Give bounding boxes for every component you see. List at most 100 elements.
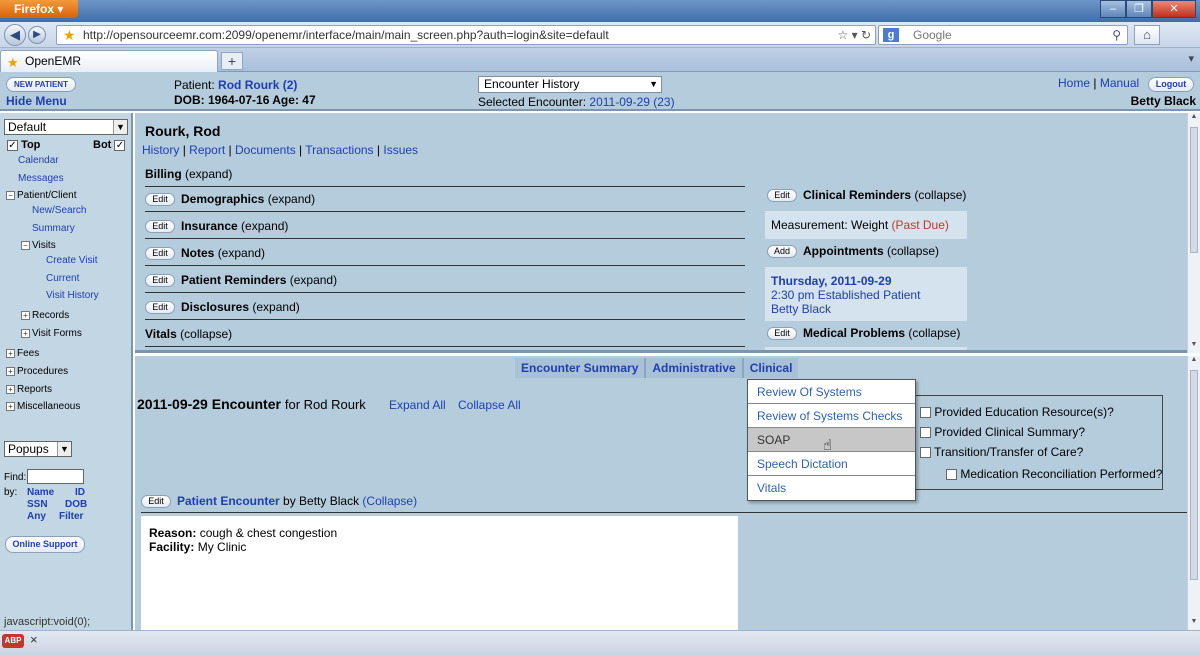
- logout-button[interactable]: Logout: [1148, 77, 1194, 92]
- edit-button[interactable]: Edit: [145, 247, 175, 261]
- home-icon[interactable]: ⌂: [1134, 25, 1160, 45]
- scroll-thumb[interactable]: [1190, 370, 1198, 580]
- appointment-date[interactable]: Thursday, 2011-09-29: [771, 274, 961, 288]
- checkbox[interactable]: [946, 469, 957, 481]
- maximize-button[interactable]: ❐: [1126, 0, 1152, 18]
- checkbox[interactable]: [920, 407, 931, 419]
- back-icon[interactable]: ◀: [4, 24, 26, 46]
- appointment-provider[interactable]: Betty Black: [771, 302, 961, 316]
- url-bar[interactable]: ★ http://opensourceemr.com:2099/openemr/…: [56, 25, 876, 45]
- edit-button[interactable]: Edit: [145, 274, 175, 288]
- bookmark-icon[interactable]: ☆: [837, 28, 848, 42]
- encounter-history-select[interactable]: Encounter History ▼: [478, 76, 662, 93]
- checkbox[interactable]: [920, 427, 931, 439]
- tab-encounter-summary[interactable]: Encounter Summary: [515, 358, 647, 378]
- expand-icon[interactable]: +: [6, 348, 15, 358]
- sidebar-item-patient-client[interactable]: − Patient/Client: [6, 190, 76, 201]
- add-appointment-button[interactable]: Add: [767, 245, 797, 259]
- tab-administrative[interactable]: Administrative: [646, 358, 744, 378]
- appointments-toggle[interactable]: (collapse): [887, 244, 939, 258]
- tab-openemr[interactable]: ★ OpenEMR: [0, 50, 218, 72]
- transactions-link[interactable]: Transactions: [305, 143, 373, 157]
- sidebar-item-records[interactable]: + Records: [21, 310, 69, 321]
- documents-link[interactable]: Documents: [235, 143, 296, 157]
- menu-item-review-of-systems[interactable]: Review Of Systems: [748, 380, 915, 404]
- minimize-button[interactable]: –: [1100, 0, 1126, 18]
- close-window-button[interactable]: ✕: [1152, 0, 1196, 18]
- find-by-ssn[interactable]: SSN: [27, 499, 48, 510]
- demographics-section[interactable]: Edit Demographics (expand): [145, 192, 745, 212]
- find-by-any[interactable]: Any: [27, 511, 46, 522]
- report-link[interactable]: Report: [189, 143, 225, 157]
- sidebar-item-fees[interactable]: + Fees: [6, 348, 39, 359]
- top-checkbox[interactable]: ✓: [7, 139, 18, 151]
- adblock-icon[interactable]: ABP: [2, 634, 24, 648]
- sidebar-item-visits[interactable]: − Visits: [21, 240, 56, 251]
- find-input[interactable]: [27, 469, 84, 484]
- sidebar-item-create-visit[interactable]: Create Visit: [46, 255, 98, 266]
- scroll-down-icon[interactable]: ▼: [1188, 618, 1200, 630]
- bookmark-star-icon[interactable]: ★: [63, 26, 76, 44]
- history-link[interactable]: History: [142, 143, 179, 157]
- search-input[interactable]: g Google ⚲: [878, 25, 1128, 45]
- new-tab-button[interactable]: +: [221, 52, 243, 70]
- popups-select[interactable]: Popups ▼: [4, 441, 72, 457]
- edit-button[interactable]: Edit: [767, 189, 797, 203]
- collapse-all-link[interactable]: Collapse All: [458, 398, 521, 412]
- selected-encounter-link[interactable]: 2011-09-29 (23): [589, 95, 674, 109]
- menu-item-vitals[interactable]: Vitals: [748, 476, 915, 500]
- patient-reminders-section[interactable]: Edit Patient Reminders (expand): [145, 273, 745, 293]
- find-by-id[interactable]: ID: [75, 487, 85, 498]
- edit-button[interactable]: Edit: [145, 220, 175, 234]
- sidebar-item-visit-forms[interactable]: + Visit Forms: [21, 328, 82, 339]
- sidebar-item-summary[interactable]: Summary: [32, 223, 75, 234]
- issues-link[interactable]: Issues: [383, 143, 418, 157]
- sidebar-item-messages[interactable]: Messages: [18, 173, 64, 184]
- expand-icon[interactable]: +: [21, 310, 30, 320]
- medical-problems-toggle[interactable]: (collapse): [908, 326, 960, 340]
- collapse-icon[interactable]: −: [21, 240, 30, 250]
- vitals-section[interactable]: Vitals (collapse): [145, 327, 745, 347]
- scroll-up-icon[interactable]: ▲: [1188, 356, 1200, 368]
- scroll-up-icon[interactable]: ▲: [1188, 113, 1200, 125]
- new-patient-button[interactable]: NEW PATIENT: [6, 77, 76, 92]
- firefox-menu-button[interactable]: Firefox ▾: [0, 0, 78, 18]
- billing-section[interactable]: Billing (expand): [145, 167, 745, 187]
- find-by-name[interactable]: Name: [27, 487, 54, 498]
- expand-icon[interactable]: +: [21, 328, 30, 338]
- edit-button[interactable]: Edit: [141, 495, 171, 509]
- bot-checkbox-row[interactable]: Bot ✓: [93, 139, 126, 151]
- insurance-section[interactable]: Edit Insurance (expand): [145, 219, 745, 239]
- sidebar-item-visit-history[interactable]: Visit History: [46, 290, 99, 301]
- encounter-scrollbar[interactable]: ▲ ▼: [1187, 356, 1200, 630]
- expand-all-link[interactable]: Expand All: [389, 398, 446, 412]
- reload-icon[interactable]: ↻: [861, 28, 871, 42]
- expand-icon[interactable]: +: [6, 401, 15, 411]
- bot-checkbox[interactable]: ✓: [114, 139, 126, 151]
- expand-icon[interactable]: +: [6, 366, 15, 376]
- collapse-icon[interactable]: −: [6, 190, 15, 200]
- online-support-button[interactable]: Online Support: [5, 536, 85, 553]
- hide-menu-link[interactable]: Hide Menu: [6, 94, 67, 108]
- sidebar-item-reports[interactable]: + Reports: [6, 384, 52, 395]
- home-link[interactable]: Home: [1058, 76, 1090, 90]
- medication-reconciliation-check[interactable]: Medication Reconciliation Performed?: [946, 467, 1162, 481]
- scroll-thumb[interactable]: [1190, 127, 1198, 253]
- edit-button[interactable]: Edit: [145, 301, 175, 315]
- notes-section[interactable]: Edit Notes (expand): [145, 246, 745, 266]
- clinical-summary-check[interactable]: Provided Clinical Summary?: [920, 425, 1085, 439]
- edit-button[interactable]: Edit: [767, 327, 797, 341]
- sidebar-item-current[interactable]: Current: [46, 273, 79, 284]
- sidebar-item-calendar[interactable]: Calendar: [18, 155, 59, 166]
- menu-item-speech-dictation[interactable]: Speech Dictation: [748, 452, 915, 476]
- appointment-desc[interactable]: 2:30 pm Established Patient: [771, 288, 961, 302]
- manual-link[interactable]: Manual: [1100, 76, 1139, 90]
- find-by-dob[interactable]: DOB: [65, 499, 87, 510]
- clinical-reminders-toggle[interactable]: (collapse): [914, 188, 966, 202]
- education-resource-check[interactable]: Provided Education Resource(s)?: [920, 405, 1114, 419]
- find-by-filter[interactable]: Filter: [59, 511, 83, 522]
- menu-view-select[interactable]: Default ▼: [4, 119, 128, 135]
- scroll-down-icon[interactable]: ▼: [1188, 341, 1200, 353]
- checkbox[interactable]: [920, 447, 931, 459]
- transition-of-care-check[interactable]: Transition/Transfer of Care?: [920, 445, 1083, 459]
